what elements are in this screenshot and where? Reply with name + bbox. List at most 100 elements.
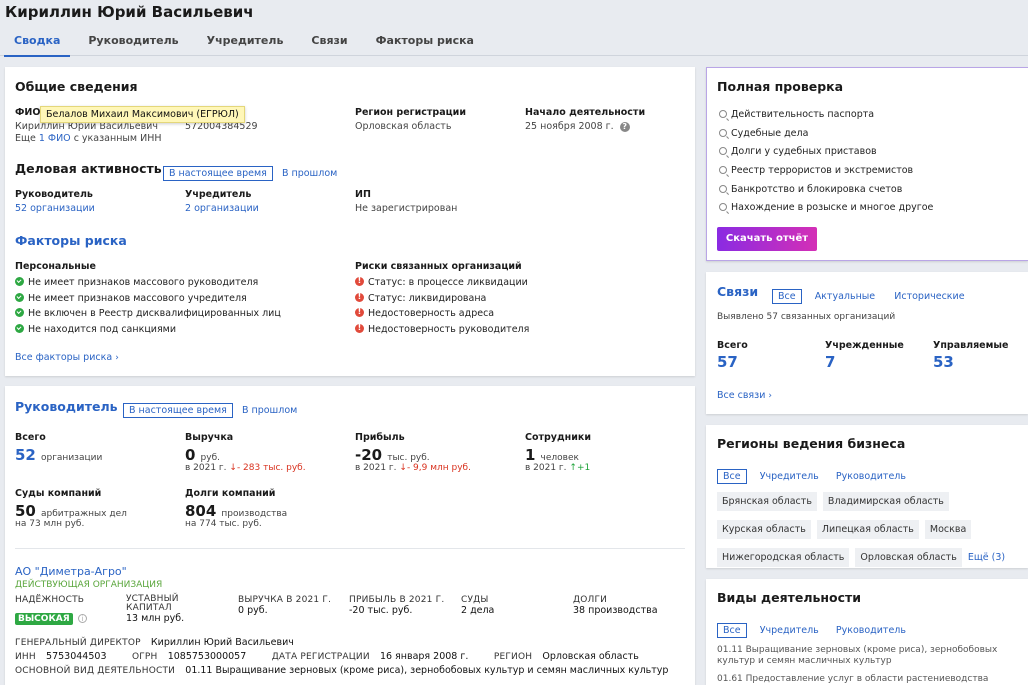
region-chip[interactable]: Орловская область <box>855 548 962 567</box>
past-link[interactable]: В прошлом <box>278 166 341 181</box>
activity-title: Деловая активность <box>15 161 162 176</box>
download-report-button[interactable]: Скачать отчёт <box>717 227 817 251</box>
ip-value: Не зарегистрирован <box>355 203 458 214</box>
list-item: Банкротство и блокировка счетов <box>719 184 933 203</box>
head-label: Руководитель <box>15 189 93 200</box>
links-title[interactable]: Связи <box>717 284 758 299</box>
debts-sub: на 774 тыс. руб. <box>185 519 262 529</box>
tab-links[interactable]: Связи <box>297 34 361 56</box>
org-debts-value: 38 производства <box>573 605 658 616</box>
region-chip[interactable]: Брянская область <box>717 492 817 511</box>
org-revenue-label: ВЫРУЧКА В 2021 Г. <box>238 595 332 605</box>
now-pill[interactable]: В настоящее время <box>163 166 273 181</box>
regions-more-link[interactable]: Ещё (3) <box>968 552 1005 563</box>
kinds-filter: Все Учредитель Руководитель <box>717 618 910 638</box>
links-total-value[interactable]: 57 <box>717 353 738 371</box>
filter-all[interactable]: Все <box>717 623 747 638</box>
list-item: Статус: ликвидирована <box>355 292 529 309</box>
warning-icon <box>355 276 364 286</box>
all-links-link[interactable]: Все связи › <box>717 390 772 401</box>
all-risks-link[interactable]: Все факторы риска › <box>15 352 119 363</box>
leader-period-switch: В настоящее время В прошлом <box>123 398 301 418</box>
region-chips: Брянская область Владимирская область Кур… <box>717 489 1022 573</box>
help-icon[interactable]: ? <box>619 122 630 132</box>
courts-value: 50 арбитражных дел <box>15 502 127 520</box>
leader-card: Руководитель В настоящее время В прошлом… <box>5 386 695 685</box>
tab-founder[interactable]: Учредитель <box>193 34 298 56</box>
page-title: Кириллин Юрий Васильевич <box>5 3 254 21</box>
region-chip[interactable]: Курская область <box>717 520 811 539</box>
list-item: Недостоверность руководителя <box>355 323 529 340</box>
check-icon <box>15 308 24 317</box>
filter-all[interactable]: Все <box>717 469 747 484</box>
activity-kind-item: 01.11 Выращивание зерновых (кроме риса),… <box>717 645 998 666</box>
regions-filter: Все Учредитель Руководитель <box>717 464 910 484</box>
filter-all[interactable]: Все <box>772 289 802 304</box>
activity-kinds-title: Виды деятельности <box>717 590 862 605</box>
filter-leader[interactable]: Руководитель <box>832 623 910 638</box>
activity-kind-item: 01.61 Предоставление услуг в области рас… <box>717 674 989 684</box>
personal-label: Персональные <box>15 261 96 272</box>
check-list: Действительность паспорта Судебные дела … <box>719 109 933 221</box>
head-link[interactable]: 52 организации <box>15 203 95 214</box>
links-total-label: Всего <box>717 340 748 351</box>
arrow-up-icon: ↑ <box>569 463 577 473</box>
filter-leader[interactable]: Руководитель <box>832 469 910 484</box>
filter-founder[interactable]: Учредитель <box>756 469 823 484</box>
founder-label: Учредитель <box>185 189 252 200</box>
filter-actual[interactable]: Актуальные <box>811 289 879 304</box>
profit-value: -20 тыс. руб. <box>355 446 430 464</box>
tab-risk-factors[interactable]: Факторы риска <box>362 34 488 56</box>
org-name-link[interactable]: АО "Диметра-Агро" <box>15 565 127 578</box>
org-debts-label: ДОЛГИ <box>573 595 608 605</box>
fio-label: ФИО <box>15 107 41 118</box>
links-founded-value[interactable]: 7 <box>825 353 835 371</box>
search-icon <box>719 128 727 137</box>
check-icon <box>15 323 24 333</box>
arrow-down-icon: ↓ <box>399 463 407 473</box>
links-managed-value[interactable]: 53 <box>933 353 954 371</box>
revenue-label: Выручка <box>185 432 234 443</box>
reliability-label: НАДЁЖНОСТЬ <box>15 595 85 605</box>
capital-value: 13 млн руб. <box>126 613 185 624</box>
activity-kinds-card: Виды деятельности Все Учредитель Руковод… <box>706 579 1028 685</box>
list-item: Не находится под санкциями <box>15 323 281 340</box>
employees-label: Сотрудники <box>525 432 591 443</box>
check-icon <box>15 277 24 286</box>
courts-sub: на 73 млн руб. <box>15 519 85 529</box>
links-founded-label: Учрежденные <box>825 340 904 351</box>
org-courts-label: СУДЫ <box>461 595 489 605</box>
region-chip[interactable]: Москва <box>924 520 972 539</box>
links-managed-label: Управляемые <box>933 340 1009 351</box>
past-link[interactable]: В прошлом <box>238 403 301 418</box>
regions-card: Регионы ведения бизнеса Все Учредитель Р… <box>706 425 1028 568</box>
fio-tooltip: Белалов Михаил Максимович (ЕГРЮЛ) <box>40 106 245 123</box>
now-pill[interactable]: В настоящее время <box>123 403 233 418</box>
list-item: Не включен в Реестр дисквалифицированных… <box>15 308 281 324</box>
full-check-card: Полная проверка Действительность паспорт… <box>706 67 1028 261</box>
risk-title[interactable]: Факторы риска <box>15 233 127 248</box>
founder-link[interactable]: 2 организации <box>185 203 259 214</box>
tab-summary[interactable]: Сводка <box>0 34 74 57</box>
list-item: Судебные дела <box>719 128 933 147</box>
region-chip[interactable]: Липецкая область <box>816 520 919 539</box>
leader-title[interactable]: Руководитель <box>15 399 118 414</box>
list-item: Не имеет признаков массового учредителя <box>15 292 281 309</box>
warning-icon <box>355 292 364 302</box>
list-item: Нахождение в розыске и многое другое <box>719 202 933 221</box>
region-chip[interactable]: Нижегородская область <box>717 548 850 567</box>
org-status: ДЕЙСТВУЮЩАЯ ОРГАНИЗАЦИЯ <box>15 580 163 590</box>
fio-more-link[interactable]: 1 ФИО <box>39 133 71 144</box>
links-filter: Все Актуальные Исторические <box>772 284 969 304</box>
region-chip[interactable]: Владимирская область <box>822 492 949 511</box>
tab-leader[interactable]: Руководитель <box>74 34 192 56</box>
regions-title: Регионы ведения бизнеса <box>717 436 906 451</box>
related-risk-list: Статус: в процессе ликвидации Статус: ли… <box>355 276 529 340</box>
links-card: Связи Все Актуальные Исторические Выявле… <box>706 272 1028 414</box>
filter-historical[interactable]: Исторические <box>890 289 968 304</box>
info-icon[interactable]: i <box>77 614 87 623</box>
filter-founder[interactable]: Учредитель <box>756 623 823 638</box>
region-label: Регион регистрации <box>355 107 466 118</box>
start-value: 25 ноября 2008 г. ? <box>525 121 630 132</box>
total-orgs: 52 организации <box>15 446 103 464</box>
